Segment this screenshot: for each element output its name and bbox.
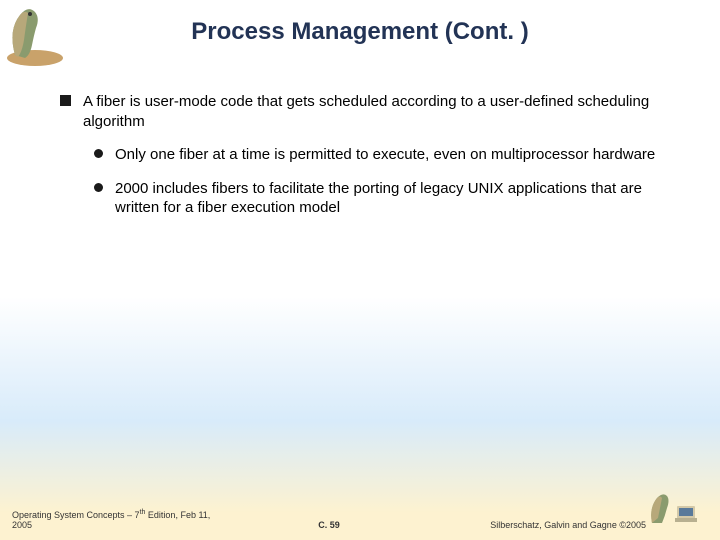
footer-page-number: C. 59 [223, 520, 434, 530]
slide-content: A fiber is user-mode code that gets sche… [0, 52, 720, 218]
bullet-text: A fiber is user-mode code that gets sche… [83, 92, 660, 131]
bullet-level-2: Only one fiber at a time is permitted to… [94, 145, 660, 165]
dinosaur-logo-top-left [0, 0, 70, 70]
bullet-text: Only one fiber at a time is permitted to… [115, 145, 655, 165]
dinosaur-logo-bottom-right [647, 488, 702, 528]
footer-book-title: Operating System Concepts – 7 [12, 510, 140, 520]
disc-bullet-icon [94, 149, 103, 158]
bullet-level-1: A fiber is user-mode code that gets sche… [60, 92, 660, 131]
bullet-text: 2000 includes fibers to facilitate the p… [115, 179, 660, 218]
square-bullet-icon [60, 95, 71, 106]
footer-left: Operating System Concepts – 7th Edition,… [12, 509, 223, 530]
slide-title: Process Management (Cont. ) [0, 0, 720, 52]
bullet-level-2: 2000 includes fibers to facilitate the p… [94, 179, 660, 218]
disc-bullet-icon [94, 183, 103, 192]
slide-footer: Operating System Concepts – 7th Edition,… [0, 509, 720, 530]
